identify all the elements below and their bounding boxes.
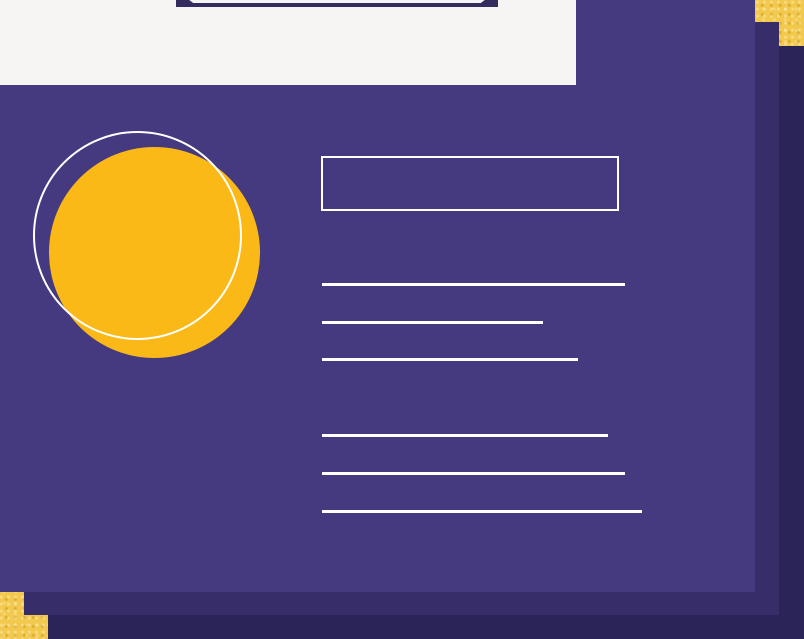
text-line-4	[322, 434, 608, 437]
card-front	[0, 0, 755, 592]
text-line-5	[322, 472, 625, 475]
title-placeholder-box	[321, 156, 619, 211]
top-panel	[0, 0, 576, 85]
text-line-3	[322, 358, 578, 361]
text-line-1	[322, 283, 625, 286]
text-line-2	[322, 321, 543, 324]
outline-circle-icon	[33, 131, 242, 340]
text-line-6	[322, 510, 642, 513]
top-tab-inner	[184, 0, 490, 3]
